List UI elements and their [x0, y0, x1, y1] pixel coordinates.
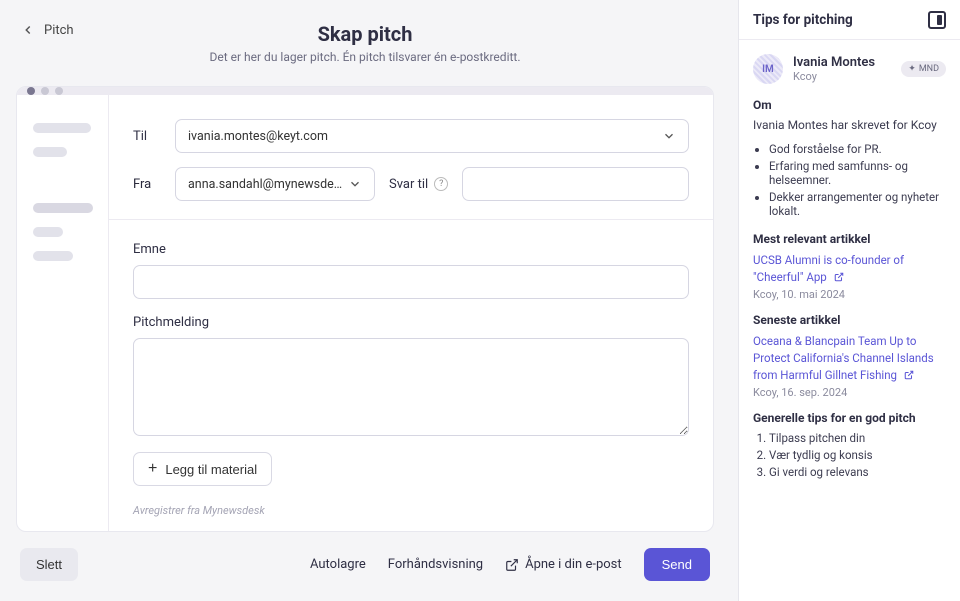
page-title: Skap pitch [16, 22, 714, 46]
window-dot-icon [27, 87, 35, 95]
to-value: ivania.montes@keyt.com [188, 129, 328, 144]
to-label: Til [133, 129, 161, 144]
subject-input[interactable] [133, 265, 689, 299]
tip-item: Tilpass pitchen din [769, 431, 946, 445]
general-tips-heading: Generelle tips for en god pitch [753, 411, 946, 425]
latest-heading: Seneste artikkel [753, 313, 946, 327]
sparkle-icon: ✦ [908, 64, 916, 74]
panel-toggle-icon[interactable] [928, 11, 946, 29]
about-heading: Om [753, 98, 946, 112]
latest-article-link[interactable]: Oceana & Blancpain Team Up to Protect Ca… [753, 334, 934, 381]
chevron-down-icon [662, 129, 676, 143]
info-icon[interactable]: ? [434, 177, 448, 191]
about-bullets: God forståelse for PR. Erfaring med samf… [753, 142, 946, 218]
most-relevant-heading: Mest relevant artikkel [753, 232, 946, 246]
from-value: anna.sandahl@mynewsdesk.com <he [188, 177, 348, 192]
preview-link[interactable]: Forhåndsvisning [388, 557, 483, 572]
unregister-text: Avregistrer fra Mynewsdesk [133, 504, 689, 517]
chevron-left-icon [20, 22, 36, 38]
autosave-link[interactable]: Autolagre [310, 557, 366, 572]
delete-button[interactable]: Slett [20, 548, 78, 581]
from-label: Fra [133, 177, 161, 192]
subject-label: Emne [133, 242, 689, 257]
tip-item: Vær tydlig og konsis [769, 448, 946, 462]
source-badge: ✦ MND [901, 61, 946, 77]
window-dot-icon [41, 87, 49, 95]
reply-to-input[interactable] [462, 167, 689, 201]
page-subtitle: Det er her du lager pitch. Én pitch tils… [16, 50, 714, 64]
window-dot-icon [55, 87, 63, 95]
tips-list: Tilpass pitchen din Vær tydlig og konsis… [753, 431, 946, 479]
external-link-icon [904, 370, 914, 380]
external-link-icon [505, 558, 519, 572]
chevron-down-icon [348, 177, 362, 191]
reply-to-label: Svar til [389, 177, 428, 192]
back-label: Pitch [44, 23, 74, 38]
open-in-email-label: Åpne i din e-post [525, 557, 622, 572]
window-titlebar [17, 87, 713, 95]
profile-name: Ivania Montes [793, 55, 875, 70]
most-relevant-meta: Kcoy, 10. mai 2024 [753, 288, 946, 301]
most-relevant-link[interactable]: UCSB Alumni is co-founder of "Cheerful" … [753, 253, 904, 284]
pitch-card: Til ivania.montes@keyt.com Fra anna.sand… [16, 86, 714, 532]
side-title: Tips for pitching [753, 12, 853, 28]
profile-org: Kcoy [793, 70, 875, 83]
latest-meta: Kcoy, 16. sep. 2024 [753, 386, 946, 399]
send-button[interactable]: Send [644, 548, 710, 581]
from-select[interactable]: anna.sandahl@mynewsdesk.com <he [175, 167, 375, 201]
external-link-icon [834, 272, 844, 282]
open-in-email-link[interactable]: Åpne i din e-post [505, 557, 622, 572]
tip-item: Gi verdi og relevans [769, 465, 946, 479]
skeleton-sidebar [17, 95, 109, 532]
back-nav[interactable]: Pitch [16, 16, 78, 38]
add-material-button[interactable]: + Legg til material [133, 452, 272, 486]
avatar: IM [753, 54, 783, 84]
to-select[interactable]: ivania.montes@keyt.com [175, 119, 689, 153]
about-bullet: God forståelse for PR. [769, 142, 946, 156]
about-text: Ivania Montes har skrevet for Kcoy [753, 118, 946, 132]
body-textarea[interactable] [133, 338, 689, 436]
about-bullet: Dekker arrangementer og nyheter lokalt. [769, 190, 946, 218]
body-label: Pitchmelding [133, 315, 689, 330]
plus-icon: + [148, 461, 157, 477]
add-material-label: Legg til material [165, 462, 257, 477]
about-bullet: Erfaring med samfunns- og helseemner. [769, 159, 946, 187]
